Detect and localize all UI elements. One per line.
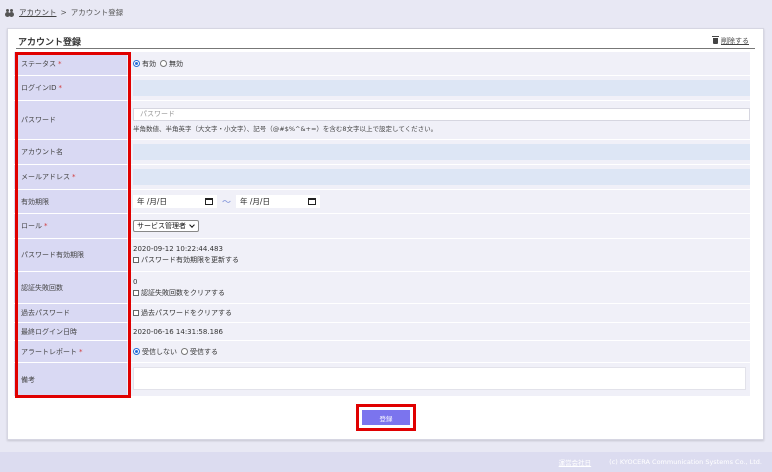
clear-past-passwords-checkbox[interactable]: 過去パスワードをクリアする bbox=[133, 308, 232, 318]
email-input[interactable] bbox=[133, 169, 750, 185]
status-radio-active[interactable]: 有効 bbox=[133, 59, 156, 69]
account-name-input[interactable] bbox=[133, 144, 750, 160]
row-alert-report: アラートレポート * 受信しない 受信する bbox=[14, 341, 750, 363]
chevron-down-icon bbox=[189, 222, 195, 228]
clear-failures-checkbox[interactable]: 認証失敗回数をクリアする bbox=[133, 288, 225, 298]
account-name-label: アカウント名 bbox=[14, 140, 127, 165]
page-title: アカウント登録 bbox=[18, 38, 82, 48]
breadcrumb-home-link[interactable]: アカウント bbox=[19, 7, 57, 18]
login-id-label: ログインID * bbox=[14, 76, 127, 101]
breadcrumb-current: アカウント登録 bbox=[70, 7, 124, 17]
breadcrumb: アカウント > アカウント登録 bbox=[6, 6, 123, 18]
footer: 運営会社日 (c) KYOCERA Communication Systems … bbox=[0, 452, 772, 472]
validity-to-date[interactable]: 年 /月/日 bbox=[236, 195, 321, 208]
role-select[interactable]: サービス管理者 bbox=[133, 220, 199, 232]
row-account-name: アカウント名 bbox=[14, 140, 750, 165]
date-range-separator: ～ bbox=[222, 198, 232, 208]
row-login-id: ログインID * bbox=[14, 76, 750, 101]
row-email: メールアドレス * bbox=[14, 165, 750, 190]
email-label: メールアドレス * bbox=[14, 165, 127, 190]
highlight-frame-submit: 登録 bbox=[356, 404, 416, 431]
last-login-label: 最終ログイン日時 bbox=[14, 323, 127, 341]
row-password-expiry: パスワード有効期限 2020-09-12 10:22:44.483 パスワード有… bbox=[14, 239, 750, 272]
row-past-passwords: 過去パスワード 過去パスワードをクリアする bbox=[14, 304, 750, 323]
checkbox-icon bbox=[133, 257, 139, 263]
breadcrumb-separator: > bbox=[60, 7, 67, 17]
validity-from-date[interactable]: 年 /月/日 bbox=[133, 195, 217, 208]
radio-checked-icon bbox=[133, 60, 140, 67]
checkbox-icon bbox=[133, 289, 139, 296]
status-radio-inactive[interactable]: 無効 bbox=[160, 59, 183, 69]
alert-radio-yes[interactable]: 受信する bbox=[181, 347, 218, 357]
row-password: パスワード パスワード 半角数値、半角英字（大文字・小文字）、記号（@#$%^&… bbox=[14, 101, 750, 140]
alert-radio-no[interactable]: 受信しない bbox=[133, 347, 177, 357]
calendar-icon[interactable] bbox=[205, 198, 213, 205]
password-input[interactable]: パスワード bbox=[133, 107, 750, 121]
remarks-textarea[interactable] bbox=[133, 367, 746, 390]
row-validity: 有効期限 年 /月/日 ～ 年 /月/日 bbox=[14, 190, 750, 214]
users-icon bbox=[6, 8, 15, 16]
remarks-label: 備考 bbox=[14, 363, 127, 397]
last-login-value: 2020-06-16 14:31:58.186 bbox=[133, 327, 223, 336]
status-label: ステータス * bbox=[14, 52, 127, 76]
auth-failures-value: 0 bbox=[133, 277, 138, 286]
register-button[interactable]: 登録 bbox=[362, 410, 410, 425]
row-role: ロール * サービス管理者 bbox=[14, 214, 750, 239]
row-auth-failures: 認証失敗回数 0 認証失敗回数をクリアする bbox=[14, 272, 750, 304]
password-hint: 半角数値、半角英字（大文字・小文字）、記号（@#$%^&+=）を含む8文字以上で… bbox=[133, 124, 438, 133]
alert-report-label: アラートレポート * bbox=[14, 341, 127, 363]
auth-failures-label: 認証失敗回数 bbox=[14, 272, 127, 304]
footer-copyright: (c) KYOCERA Communication Systems Co., L… bbox=[609, 458, 762, 466]
past-passwords-label: 過去パスワード bbox=[14, 304, 127, 323]
radio-unchecked-icon bbox=[181, 348, 188, 355]
calendar-icon[interactable] bbox=[308, 198, 317, 205]
row-remarks: 備考 bbox=[14, 363, 750, 397]
password-expiry-value: 2020-09-12 10:22:44.483 bbox=[133, 245, 223, 253]
radio-checked-icon bbox=[133, 348, 140, 355]
delete-link[interactable]: 削除する bbox=[712, 36, 749, 46]
checkbox-icon bbox=[133, 310, 139, 316]
row-status: ステータス * 有効 無効 bbox=[14, 52, 750, 76]
password-expiry-label: パスワード有効期限 bbox=[14, 239, 127, 272]
login-id-input[interactable] bbox=[133, 80, 750, 96]
password-label: パスワード bbox=[14, 101, 127, 140]
update-expiry-checkbox[interactable]: パスワード有効期限を更新する bbox=[133, 255, 239, 265]
trash-icon bbox=[712, 36, 719, 44]
radio-unchecked-icon bbox=[160, 60, 167, 67]
title-divider bbox=[16, 48, 755, 49]
footer-corp-link[interactable]: 運営会社日 bbox=[559, 457, 592, 467]
validity-label: 有効期限 bbox=[14, 190, 127, 214]
row-last-login: 最終ログイン日時 2020-06-16 14:31:58.186 bbox=[14, 323, 750, 341]
role-label: ロール * bbox=[14, 214, 127, 239]
